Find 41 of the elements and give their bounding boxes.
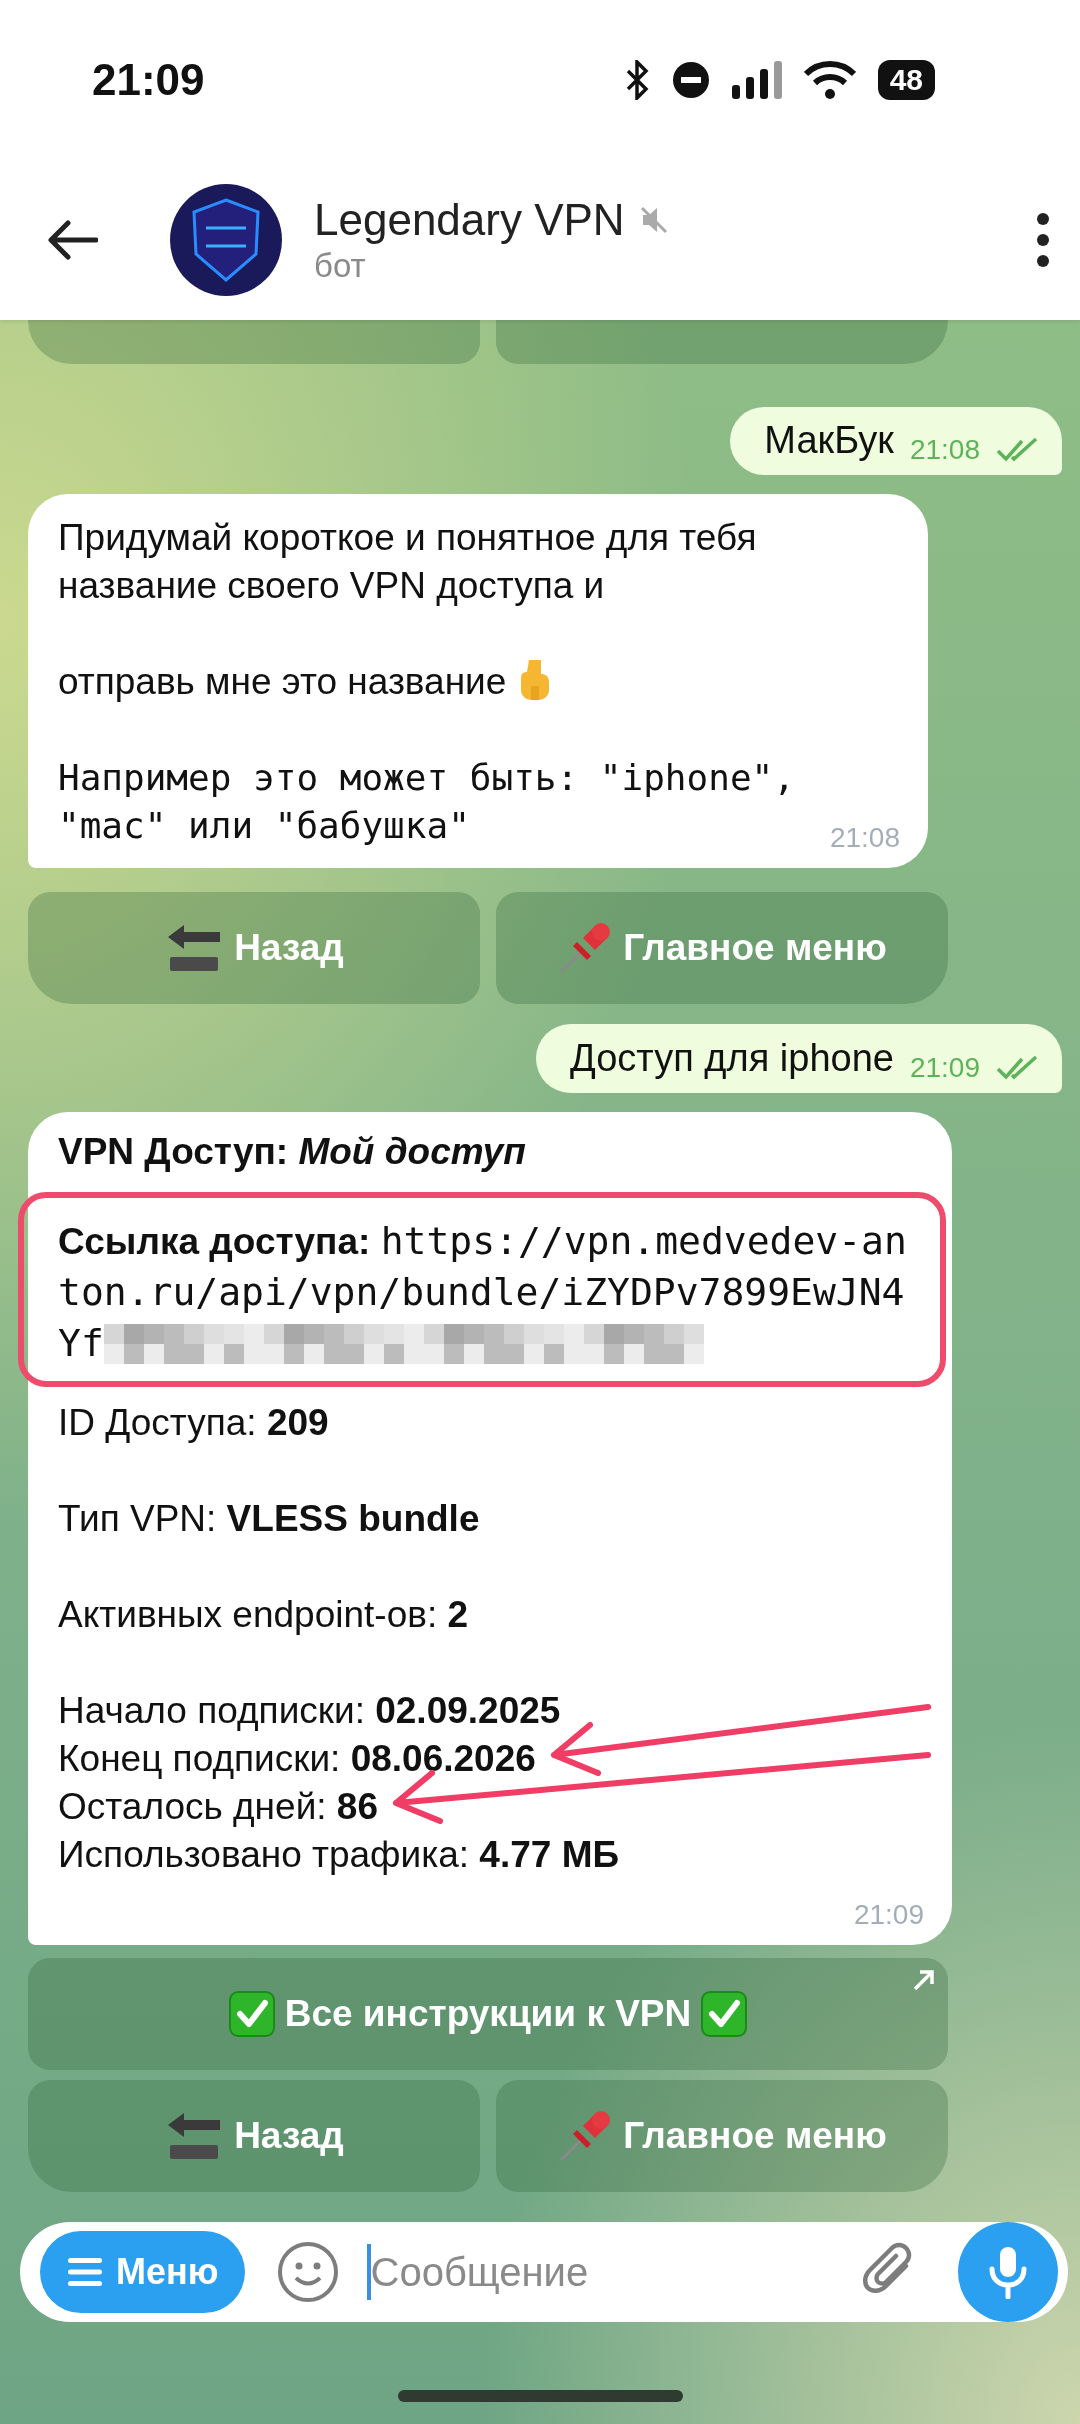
signal-icon — [731, 61, 782, 99]
keyboard-button[interactable]: Главное меню — [496, 892, 948, 1005]
keyboard-button[interactable]: Назад — [28, 892, 480, 1005]
keyboard-button[interactable]: Назад — [28, 2080, 480, 2192]
message-time: 21:08 — [909, 433, 980, 466]
access-link-text: Ссылка доступа: https://vpn.medvedev-anton.ru/api/vpn/bundle/iZYDPv7899EwJN4Yf — [58, 1218, 908, 1367]
message-input[interactable]: Сообщение — [366, 2244, 862, 2300]
menu-button[interactable]: Меню — [40, 2231, 245, 2313]
message-title: VPN Доступ: Мой доступ — [58, 1130, 527, 1174]
message-text: Например это может быть: "iphone", "mac" или "бабушка" — [58, 757, 795, 847]
message-time: 21:09 — [853, 1899, 924, 1931]
info-line: Использовано трафика: 4.77 МБ — [58, 1833, 620, 1877]
message-composer[interactable]: Меню Сообщение — [20, 2222, 1068, 2322]
message-text: отправь мне это название — [58, 661, 507, 703]
wifi-icon — [803, 60, 856, 100]
checkmark-icon — [701, 1991, 748, 2037]
message-text: Придумай короткое и понятное для тебя название своего VPN доступа и — [58, 517, 757, 607]
chat-title: Legendary VPN — [314, 195, 625, 245]
keyboard-button[interactable]: Все инструкции к VPN — [28, 1958, 948, 2070]
message-text: МакБук — [764, 419, 894, 463]
message-time: 21:08 — [829, 822, 900, 855]
checkmark-icon — [228, 1991, 275, 2037]
info-line: Активных endpoint-ов: 2 — [58, 1593, 469, 1637]
more-options-icon[interactable] — [1036, 212, 1050, 268]
back-icon[interactable] — [48, 220, 98, 260]
microphone-icon — [988, 2245, 1028, 2299]
message-time: 21:09 — [909, 1051, 980, 1084]
battery-indicator: 48 — [877, 60, 935, 100]
emoji-icon[interactable] — [276, 2241, 339, 2303]
chat-subtitle: бот — [314, 247, 367, 285]
info-line: Конец подписки: 08.06.2026 — [58, 1737, 536, 1781]
microphone-button[interactable] — [958, 2222, 1058, 2322]
keyboard-button[interactable]: Главное меню — [496, 2080, 948, 2192]
info-line: Тип VPN: VLESS bundle — [58, 1497, 480, 1541]
info-line: ID Доступа: 209 — [58, 1401, 329, 1445]
do-not-disturb-icon — [671, 61, 710, 99]
message-text: Доступ для iphone — [570, 1037, 894, 1081]
status-time: 21:09 — [92, 55, 205, 105]
info-line: Начало подписки: 02.09.2025 — [58, 1689, 561, 1733]
menu-icon — [68, 2258, 102, 2286]
info-line: Осталось дней: 86 — [58, 1785, 378, 1829]
